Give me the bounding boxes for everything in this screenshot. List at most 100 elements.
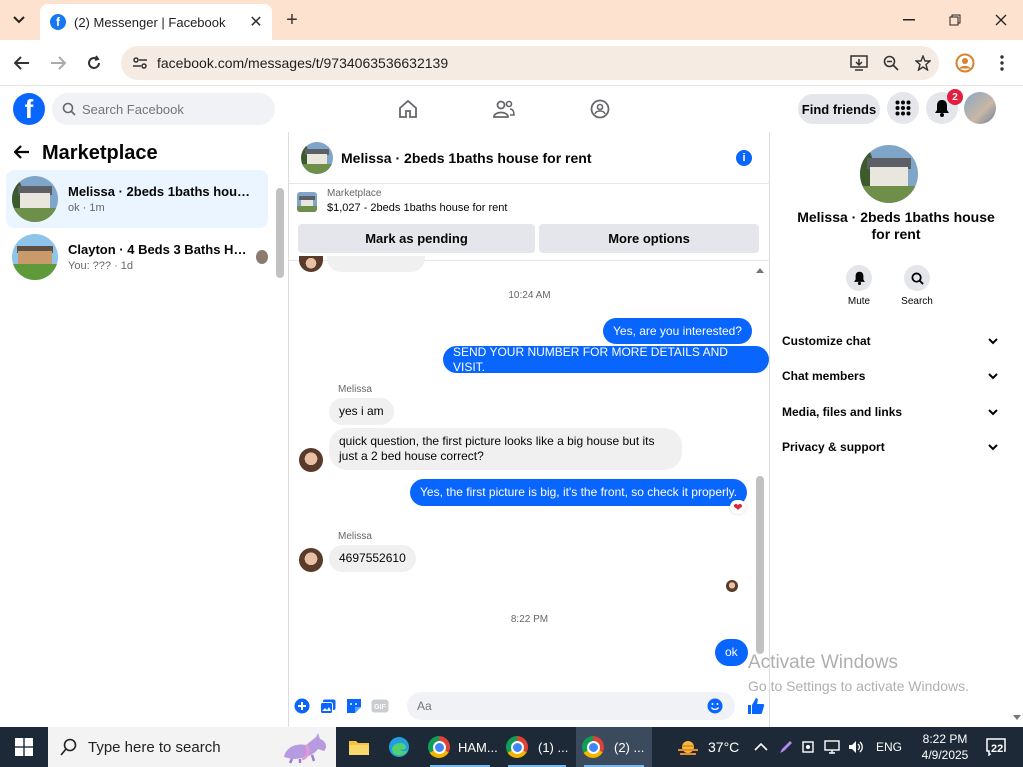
tab-search-button[interactable] bbox=[6, 8, 32, 32]
heart-reaction-icon[interactable]: ❤ bbox=[730, 500, 746, 514]
conversation-preview: ok · 1m bbox=[68, 202, 105, 214]
site-settings-icon[interactable] bbox=[125, 56, 155, 70]
chevron-up-icon[interactable] bbox=[754, 742, 768, 752]
groups-nav-button[interactable] bbox=[587, 96, 613, 122]
media-files-links-row[interactable]: Media, files and links bbox=[782, 405, 998, 419]
scroll-down-icon[interactable] bbox=[1012, 714, 1022, 722]
tab-close-icon[interactable]: ✕ bbox=[244, 10, 268, 34]
language-indicator[interactable]: ENG bbox=[876, 740, 902, 754]
photo-icon[interactable] bbox=[315, 693, 341, 719]
clock-date: 4/9/2025 bbox=[921, 748, 969, 762]
browser-tab-active[interactable]: f (2) Messenger | Facebook ✕ bbox=[40, 4, 272, 40]
mute-button[interactable]: Mute bbox=[839, 265, 879, 307]
listing-avatar[interactable] bbox=[860, 145, 918, 203]
more-options-button[interactable]: More options bbox=[539, 224, 759, 253]
reload-button[interactable] bbox=[82, 51, 106, 75]
scroll-up-icon[interactable] bbox=[755, 266, 765, 274]
chat-avatar[interactable] bbox=[301, 141, 333, 174]
chevron-down-icon bbox=[988, 443, 998, 450]
chat-title[interactable]: Melissa · 2beds 1baths house for rent bbox=[341, 150, 736, 166]
taskbar-clock[interactable]: 8:22 PM 4/9/2025 bbox=[910, 731, 980, 763]
restore-icon bbox=[949, 14, 961, 26]
browser-menu-button[interactable] bbox=[990, 51, 1014, 75]
restore-button[interactable] bbox=[932, 0, 978, 40]
watermark-subtitle: Go to Settings to activate Windows. bbox=[748, 678, 969, 694]
install-app-icon[interactable] bbox=[843, 55, 875, 71]
profile-icon bbox=[955, 53, 975, 73]
minimize-button[interactable] bbox=[886, 0, 932, 40]
marketplace-listing-banner[interactable]: Marketplace $1,027 - 2beds 1baths house … bbox=[297, 188, 507, 214]
message-bubble-partial bbox=[327, 256, 425, 272]
close-icon bbox=[995, 14, 1007, 26]
message-in[interactable]: 4697552610 bbox=[329, 545, 416, 572]
back-button[interactable] bbox=[10, 51, 34, 75]
mute-label: Mute bbox=[847, 296, 871, 307]
chat-scrollbar-thumb[interactable] bbox=[756, 476, 764, 654]
search-icon bbox=[60, 738, 77, 756]
browser-profile-button[interactable] bbox=[953, 51, 977, 75]
windows-logo-icon bbox=[15, 738, 33, 756]
meet-now-icon[interactable] bbox=[802, 739, 816, 755]
chat-members-row[interactable]: Chat members bbox=[782, 369, 998, 383]
mark-as-pending-button[interactable]: Mark as pending bbox=[298, 224, 535, 253]
facebook-logo-icon[interactable]: f bbox=[13, 93, 45, 125]
minimize-icon bbox=[903, 19, 915, 21]
emoji-icon[interactable] bbox=[707, 698, 723, 714]
taskbar-app-label: HAM... bbox=[458, 739, 498, 755]
volume-icon[interactable] bbox=[848, 740, 864, 754]
conversation-item[interactable]: Clayton · 4 Beds 3 Baths House You: ??? … bbox=[6, 228, 268, 286]
facebook-favicon-icon: f bbox=[50, 14, 66, 30]
url-bar[interactable]: facebook.com/messages/t/9734063536632139 bbox=[121, 46, 939, 80]
section-label: Privacy & support bbox=[782, 440, 885, 454]
chrome-taskbar-button-1[interactable]: HAM... bbox=[422, 727, 498, 767]
menu-grid-button[interactable] bbox=[887, 92, 919, 124]
taskbar-search[interactable]: Type here to search bbox=[48, 727, 336, 767]
facebook-search-input[interactable] bbox=[82, 101, 252, 117]
marketplace-header: Marketplace bbox=[13, 142, 158, 165]
start-button[interactable] bbox=[0, 727, 48, 767]
message-out[interactable]: Yes, the first picture is big, it's the … bbox=[410, 479, 748, 506]
forward-button[interactable] bbox=[46, 51, 70, 75]
notification-center-button[interactable]: 22 bbox=[984, 737, 1008, 757]
pen-icon[interactable] bbox=[778, 739, 794, 755]
message-input[interactable] bbox=[417, 699, 707, 713]
page-title: Marketplace bbox=[42, 142, 158, 164]
file-explorer-taskbar-button[interactable] bbox=[342, 727, 376, 767]
find-friends-button[interactable]: Find friends bbox=[798, 94, 880, 124]
chevron-down-icon bbox=[988, 408, 998, 415]
plus-circle-icon[interactable] bbox=[289, 693, 315, 719]
home-nav-button[interactable] bbox=[395, 96, 421, 122]
message-out[interactable]: SEND YOUR NUMBER FOR MORE DETAILS AND VI… bbox=[443, 345, 769, 374]
weather-sun-icon bbox=[678, 741, 698, 755]
message-in[interactable]: yes i am bbox=[329, 398, 394, 425]
conversation-item[interactable]: Melissa · 2beds 1baths house fo... ok · … bbox=[6, 170, 268, 228]
message-in[interactable]: quick question, the first picture looks … bbox=[329, 428, 682, 470]
friends-nav-button[interactable] bbox=[491, 96, 517, 122]
new-tab-button[interactable]: + bbox=[280, 8, 304, 32]
back-arrow-icon[interactable] bbox=[13, 142, 30, 165]
thumbs-up-icon[interactable] bbox=[743, 693, 769, 719]
message-input-box[interactable] bbox=[407, 692, 735, 720]
search-in-conversation-button[interactable]: Search bbox=[897, 265, 937, 307]
message-out[interactable]: ok bbox=[715, 639, 748, 666]
edge-taskbar-button[interactable] bbox=[382, 727, 416, 767]
weather-widget[interactable]: 37°C bbox=[676, 727, 739, 767]
message-out[interactable]: Yes, are you interested? bbox=[603, 318, 752, 344]
facebook-search[interactable] bbox=[52, 93, 275, 125]
customize-chat-row[interactable]: Customize chat bbox=[782, 334, 998, 348]
bookmark-star-icon[interactable] bbox=[907, 55, 939, 71]
conversation-details-pane: Melissa · 2beds 1baths house for rent Mu… bbox=[770, 132, 1023, 727]
network-icon[interactable] bbox=[824, 740, 840, 754]
zoom-icon[interactable] bbox=[875, 55, 907, 71]
privacy-support-row[interactable]: Privacy & support bbox=[782, 440, 998, 454]
chrome-taskbar-button-3[interactable]: (2) ... bbox=[576, 727, 652, 767]
sticker-icon[interactable] bbox=[341, 693, 367, 719]
account-avatar[interactable] bbox=[964, 92, 996, 124]
gif-icon[interactable]: GIF bbox=[367, 693, 393, 719]
close-window-button[interactable] bbox=[978, 0, 1023, 40]
chrome-icon bbox=[428, 736, 450, 758]
url-text[interactable]: facebook.com/messages/t/9734063536632139 bbox=[157, 55, 843, 71]
sidebar-scrollbar[interactable] bbox=[276, 188, 284, 278]
chrome-taskbar-button-2[interactable]: (1) ... bbox=[500, 727, 574, 767]
info-icon[interactable]: i bbox=[736, 149, 752, 166]
